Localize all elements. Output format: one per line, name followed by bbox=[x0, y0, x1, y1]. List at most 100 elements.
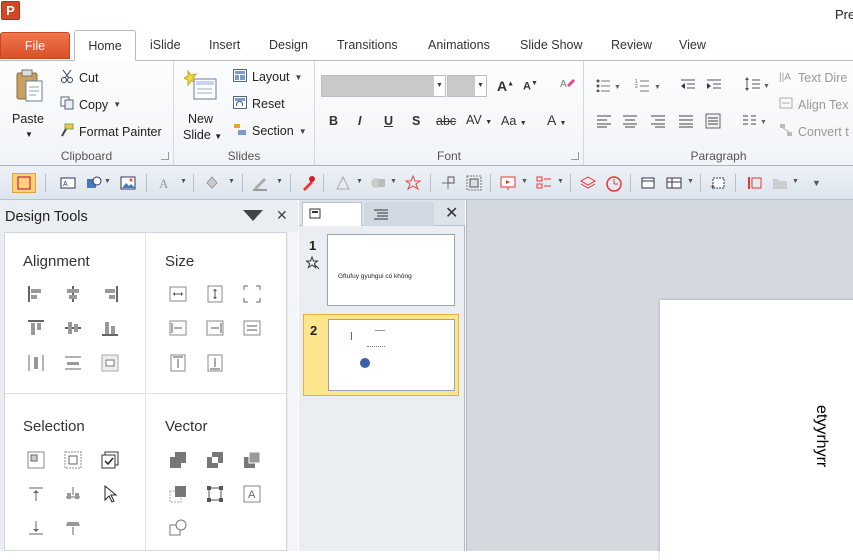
layout-dropdown-icon[interactable]: ▼ bbox=[295, 73, 303, 82]
tab-slide-show[interactable]: Slide Show bbox=[520, 30, 583, 60]
italic-button[interactable]: I bbox=[358, 114, 361, 128]
copy-dropdown-icon[interactable]: ▼ bbox=[113, 100, 121, 109]
tab-insert[interactable]: Insert bbox=[209, 30, 240, 60]
stretch-right-icon[interactable] bbox=[206, 319, 224, 337]
new-slide-button[interactable]: Slide ▼ bbox=[183, 127, 222, 145]
close-icon[interactable]: ✕ bbox=[276, 207, 288, 224]
stretch-bottom-icon[interactable] bbox=[206, 354, 224, 372]
list-tool-dropdown-icon[interactable]: ▼ bbox=[557, 178, 564, 185]
justify-icon[interactable] bbox=[678, 114, 694, 131]
align-left-icon[interactable] bbox=[27, 285, 45, 303]
reset-button[interactable]: Reset bbox=[233, 96, 285, 112]
font-size-dropdown-icon[interactable]: ▼ bbox=[475, 76, 486, 96]
text-direction-button[interactable]: ||A Text Dire bbox=[779, 69, 847, 86]
union-shapes-icon[interactable] bbox=[169, 451, 187, 469]
format-painter-button[interactable]: Format Painter bbox=[60, 123, 162, 140]
clipboard-launcher-icon[interactable] bbox=[161, 152, 169, 160]
eyedropper-icon[interactable] bbox=[300, 175, 316, 191]
slide-divider-icon[interactable] bbox=[746, 175, 762, 191]
edit-points-icon[interactable] bbox=[206, 485, 224, 503]
cursor-icon[interactable] bbox=[101, 484, 119, 503]
timer-icon[interactable] bbox=[605, 175, 622, 192]
stretch-top-icon[interactable] bbox=[169, 354, 187, 372]
list-tool-icon[interactable] bbox=[536, 175, 552, 191]
close-icon[interactable]: ✕ bbox=[445, 203, 458, 223]
window-icon[interactable] bbox=[640, 175, 656, 191]
design-tools-scrollbar[interactable] bbox=[288, 232, 298, 551]
folder-icon[interactable] bbox=[772, 175, 788, 191]
numbering-icon[interactable]: 1 2 ▼ bbox=[635, 78, 661, 95]
select-same-outline-icon[interactable] bbox=[64, 451, 82, 469]
grow-font-button[interactable]: A▲ bbox=[497, 78, 514, 94]
font-launcher-icon[interactable] bbox=[571, 152, 579, 160]
crop-icon[interactable] bbox=[335, 175, 351, 191]
font-color-button[interactable]: A ▼ bbox=[547, 112, 566, 128]
swap-size-icon[interactable] bbox=[243, 319, 261, 337]
tab-outline[interactable] bbox=[364, 202, 434, 226]
tab-islide[interactable]: iSlide bbox=[150, 30, 181, 60]
paste-icon[interactable] bbox=[14, 69, 44, 103]
section-button[interactable]: Section ▼ bbox=[233, 123, 307, 139]
new-slide-label-1[interactable]: New bbox=[188, 111, 213, 127]
table-dropdown-icon[interactable]: ▼ bbox=[687, 178, 694, 185]
new-slide-dropdown-icon[interactable]: ▼ bbox=[214, 132, 222, 141]
select-same-column-icon[interactable] bbox=[64, 519, 82, 537]
paste-button[interactable]: Paste bbox=[12, 111, 44, 127]
stretch-left-icon[interactable] bbox=[169, 319, 187, 337]
picture-icon[interactable] bbox=[120, 175, 136, 191]
section-dropdown-icon[interactable]: ▼ bbox=[299, 127, 307, 136]
distributed-icon[interactable] bbox=[705, 113, 721, 132]
select-above-icon[interactable] bbox=[27, 485, 45, 503]
select-same-row-icon[interactable] bbox=[64, 485, 82, 503]
font-tool-dropdown-icon[interactable]: ▼ bbox=[180, 178, 187, 185]
slide-thumbnail-2[interactable] bbox=[328, 319, 455, 391]
distribute-horizontal-icon[interactable] bbox=[27, 354, 45, 372]
folder-dropdown-icon[interactable]: ▼ bbox=[792, 178, 799, 185]
align-right-icon[interactable] bbox=[101, 285, 119, 303]
star-icon[interactable] bbox=[404, 174, 422, 191]
pane-options-icon[interactable] bbox=[243, 210, 263, 221]
layout-button[interactable]: Layout ▼ bbox=[233, 69, 302, 85]
character-spacing-button[interactable]: AV ▼ bbox=[466, 113, 492, 127]
underline-button[interactable]: U bbox=[384, 114, 393, 128]
subtract-shapes-icon[interactable] bbox=[169, 519, 187, 537]
tab-design[interactable]: Design bbox=[269, 30, 308, 60]
align-top-icon[interactable] bbox=[27, 319, 45, 337]
shrink-font-button[interactable]: A▼ bbox=[523, 80, 538, 93]
combine-shapes-icon[interactable] bbox=[206, 451, 224, 469]
tab-file[interactable]: File bbox=[0, 32, 70, 59]
powerpoint-app-icon[interactable]: P bbox=[1, 1, 20, 20]
clear-formatting-icon[interactable]: A bbox=[559, 76, 575, 95]
resize-icon[interactable] bbox=[466, 175, 482, 191]
tab-home[interactable]: Home bbox=[74, 30, 136, 61]
add-slide-icon[interactable]: + bbox=[710, 175, 726, 192]
slide-text-box[interactable]: etyyrhyrr bbox=[812, 405, 830, 467]
character-spacing-dropdown-icon[interactable]: ▼ bbox=[485, 119, 492, 126]
fragment-shapes-icon[interactable] bbox=[243, 451, 261, 469]
line-color-dropdown-icon[interactable]: ▼ bbox=[276, 178, 283, 185]
select-pane-icon[interactable] bbox=[12, 173, 36, 193]
same-size-icon[interactable] bbox=[243, 285, 261, 303]
change-case-dropdown-icon[interactable]: ▼ bbox=[520, 120, 527, 127]
align-to-slide-icon[interactable] bbox=[101, 354, 119, 372]
table-icon[interactable] bbox=[666, 175, 682, 191]
copy-button[interactable]: Copy ▼ bbox=[60, 96, 121, 113]
slideshow-dropdown-icon[interactable]: ▼ bbox=[521, 178, 528, 185]
slide-thumbnail-2-selected[interactable]: 2 bbox=[303, 314, 459, 396]
tab-view[interactable]: View bbox=[679, 30, 706, 60]
fill-color-icon[interactable] bbox=[204, 175, 220, 191]
shapes-icon[interactable] bbox=[86, 175, 102, 191]
bullets-icon[interactable]: ▼ bbox=[596, 78, 621, 95]
merge-shapes-icon[interactable] bbox=[370, 175, 386, 191]
select-below-icon[interactable] bbox=[27, 519, 45, 537]
align-center-horizontal-icon[interactable] bbox=[64, 285, 82, 303]
textbox-icon[interactable]: A bbox=[60, 175, 76, 191]
tab-review[interactable]: Review bbox=[611, 30, 652, 60]
merge-shapes-dropdown-icon[interactable]: ▼ bbox=[390, 178, 397, 185]
strikethrough-button[interactable]: abc bbox=[436, 114, 456, 128]
line-color-icon[interactable] bbox=[252, 175, 268, 191]
align-middle-icon[interactable] bbox=[64, 319, 82, 337]
font-family-dropdown-icon[interactable]: ▼ bbox=[434, 76, 445, 96]
font-color-dropdown-icon[interactable]: ▼ bbox=[559, 120, 566, 127]
tab-slides-thumbnails[interactable] bbox=[302, 202, 362, 226]
